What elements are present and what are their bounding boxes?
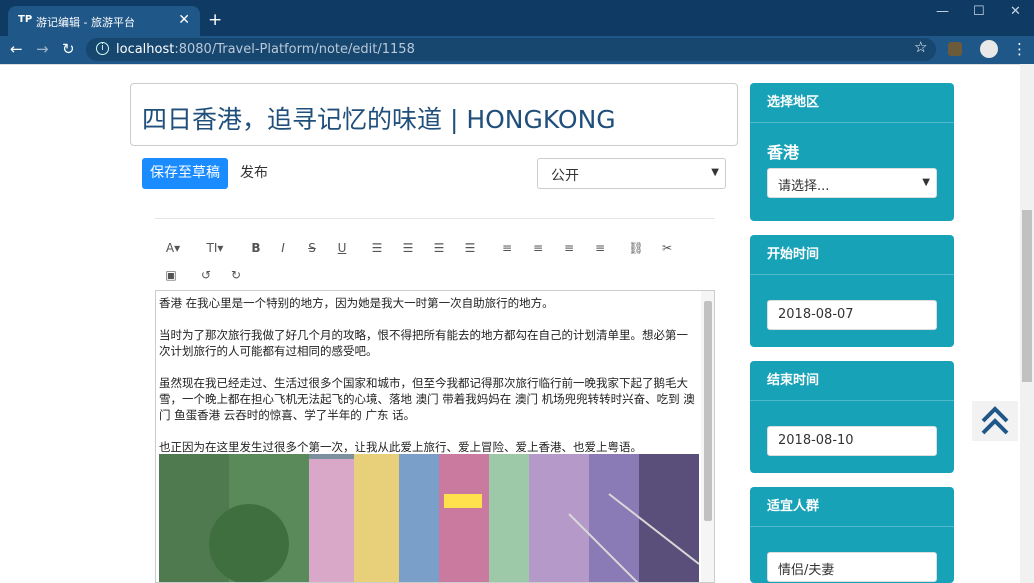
- bullet-list-icon[interactable]: ☰: [367, 241, 387, 255]
- end-date-panel: 结束时间 2018-08-10: [750, 361, 954, 473]
- visibility-value: 公开: [551, 168, 579, 184]
- insert-image-icon[interactable]: ▣: [161, 268, 181, 282]
- extension-icon[interactable]: [948, 42, 962, 56]
- audience-panel: 适宜人群 情侣/夫妻: [750, 487, 954, 583]
- region-select[interactable]: 请选择... ▼: [767, 168, 937, 198]
- visibility-select[interactable]: 公开 ▼: [537, 158, 726, 189]
- undo-icon[interactable]: ↺: [196, 268, 216, 282]
- close-tab-icon[interactable]: ✕: [178, 12, 190, 28]
- italic-icon[interactable]: I: [273, 241, 293, 255]
- align-right-icon[interactable]: ≡: [559, 241, 579, 255]
- chevron-down-icon: ▼: [711, 167, 719, 178]
- minimize-icon[interactable]: —: [936, 4, 949, 19]
- paragraph: 也正因为在这里发生过很多个第一次，让我从此爱上旅行、爱上冒险、爱上香港、也爱上粤…: [159, 440, 642, 454]
- close-window-icon[interactable]: ✕: [1010, 4, 1021, 19]
- end-date-input[interactable]: 2018-08-10: [767, 426, 937, 456]
- region-header: 选择地区: [750, 83, 954, 123]
- info-icon[interactable]: i: [96, 42, 109, 55]
- double-chevron-up-icon: [981, 406, 1009, 435]
- editor-scrollbar[interactable]: [701, 291, 714, 582]
- align-center-icon[interactable]: ≡: [528, 241, 548, 255]
- link-icon[interactable]: ⛓: [626, 241, 646, 255]
- outdent-icon[interactable]: ☰: [429, 241, 449, 255]
- save-draft-button[interactable]: 保存至草稿: [142, 158, 228, 189]
- address-bar[interactable]: i localhost:8080/Travel-Platform/note/ed…: [86, 38, 936, 61]
- maximize-icon[interactable]: ☐: [973, 4, 985, 19]
- url-text: localhost:8080/Travel-Platform/note/edit…: [116, 42, 415, 57]
- page-scroll-thumb[interactable]: [1022, 210, 1032, 382]
- editor-divider: [155, 218, 715, 219]
- note-title-input[interactable]: 四日香港，追寻记忆的味道 | HONGKONG: [130, 83, 738, 146]
- numbered-list-icon[interactable]: ☰: [398, 241, 418, 255]
- indent-icon[interactable]: ☰: [460, 241, 480, 255]
- cut-icon[interactable]: ✂: [657, 241, 677, 255]
- strikethrough-icon[interactable]: S: [302, 241, 322, 255]
- bold-icon[interactable]: B: [246, 241, 266, 255]
- top-divider: [0, 64, 1020, 65]
- page-content: 四日香港，追寻记忆的味道 | HONGKONG 保存至草稿 发布 公开 ▼ A▾…: [0, 64, 1020, 583]
- chevron-down-icon: ▼: [922, 177, 930, 188]
- page-scrollbar[interactable]: [1020, 64, 1034, 583]
- start-date-panel: 开始时间 2018-08-07: [750, 235, 954, 347]
- end-date-header: 结束时间: [750, 361, 954, 401]
- publish-button[interactable]: 发布: [240, 158, 268, 189]
- heading-icon[interactable]: TI▾: [205, 241, 225, 255]
- paragraph: 虽然现在我已经走过、生活过很多个国家和城市，但至今我都记得那次旅行临行前一晚我家…: [159, 376, 695, 422]
- region-select-value: 请选择...: [778, 179, 830, 194]
- tab-title: 游记编辑 - 旅游平台: [36, 16, 135, 29]
- site-favicon-icon: TP: [18, 14, 33, 25]
- profile-avatar[interactable]: [980, 40, 998, 58]
- underline-icon[interactable]: U: [332, 241, 352, 255]
- back-to-top-button[interactable]: [972, 401, 1018, 441]
- rich-text-editor[interactable]: 香港 在我心里是一个特别的地方，因为她是我大一时第一次自助旅行的地方。 当时为了…: [155, 290, 715, 583]
- browser-menu-icon[interactable]: ⋮: [1012, 40, 1027, 58]
- start-date-header: 开始时间: [750, 235, 954, 275]
- redo-icon[interactable]: ↻: [226, 268, 246, 282]
- audience-input[interactable]: 情侣/夫妻: [767, 552, 937, 582]
- selected-region: 香港: [767, 143, 800, 162]
- paragraph: 香港 在我心里是一个特别的地方，因为她是我大一时第一次自助旅行的地方。: [159, 296, 554, 310]
- paragraph: 当时为了那次旅行我做了好几个月的攻略，恨不得把所有能去的地方都勾在自己的计划清单…: [159, 328, 688, 358]
- bookmark-star-icon[interactable]: ☆: [914, 38, 927, 56]
- new-tab-icon[interactable]: +: [208, 10, 222, 30]
- back-icon[interactable]: ←: [10, 40, 23, 58]
- forward-icon[interactable]: →: [36, 40, 49, 58]
- reload-icon[interactable]: ↻: [62, 40, 75, 58]
- hong-kong-street-photo: [159, 454, 699, 582]
- browser-tabbar: TP 游记编辑 - 旅游平台 ✕ + — ☐ ✕: [0, 0, 1034, 36]
- font-size-icon[interactable]: A▾: [163, 241, 183, 255]
- align-left-icon[interactable]: ≡: [497, 241, 517, 255]
- audience-header: 适宜人群: [750, 487, 954, 527]
- align-justify-icon[interactable]: ≡: [590, 241, 610, 255]
- start-date-input[interactable]: 2018-08-07: [767, 300, 937, 330]
- browser-toolbar: ← → ↻ i localhost:8080/Travel-Platform/n…: [0, 36, 1034, 64]
- browser-tab[interactable]: TP 游记编辑 - 旅游平台 ✕: [8, 6, 200, 36]
- region-panel: 选择地区 香港 请选择... ▼: [750, 83, 954, 221]
- editor-scroll-thumb[interactable]: [704, 301, 712, 521]
